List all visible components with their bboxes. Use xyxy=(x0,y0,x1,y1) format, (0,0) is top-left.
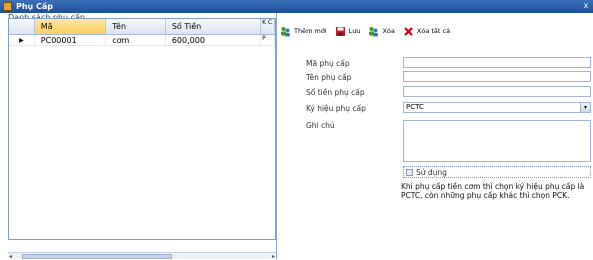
app-icon xyxy=(3,2,12,11)
instruction-note: Khi phụ cấp tiền cơm thì chọn ký hiệu ph… xyxy=(401,182,585,200)
grid-header: Mã Tên Số Tiền K C xyxy=(9,19,275,35)
close-icon[interactable]: x xyxy=(581,1,591,11)
toolbar: Thêm mới Lưu Xóa Xóa tất cả xyxy=(280,24,458,38)
so-tien-phu-cap-input[interactable] xyxy=(403,86,591,97)
delete-all-label: Xóa tất cả xyxy=(416,27,451,35)
allowance-grid[interactable]: Mã Tên Số Tiền K C ▶ PC00001 cơm 600,000… xyxy=(8,18,276,240)
horizontal-scrollbar[interactable]: ◂ ▸ xyxy=(8,252,276,260)
add-users-icon xyxy=(280,26,291,37)
column-header-ten[interactable]: Tên xyxy=(106,19,166,34)
save-button[interactable]: Lưu xyxy=(335,26,361,37)
dropdown-arrow-icon[interactable]: ▾ xyxy=(580,103,590,112)
delete-all-x-icon xyxy=(403,26,414,37)
delete-label: Xóa xyxy=(382,27,395,35)
ghi-chu-label: Ghi chú xyxy=(306,121,335,130)
ky-hieu-phu-cap-select[interactable]: PCTC ▾ xyxy=(403,102,591,113)
column-header-k[interactable]: K C xyxy=(261,19,275,34)
ma-phu-cap-input[interactable] xyxy=(403,57,591,68)
save-icon xyxy=(335,26,346,37)
add-button[interactable]: Thêm mới xyxy=(280,26,327,37)
scroll-thumb[interactable] xyxy=(22,254,172,259)
su-dung-checkbox[interactable] xyxy=(406,168,413,176)
ten-phu-cap-input[interactable] xyxy=(403,71,591,82)
row-header-corner xyxy=(9,19,35,34)
add-label: Thêm mới xyxy=(294,27,327,35)
column-header-so-tien[interactable]: Số Tiền xyxy=(166,19,262,34)
delete-all-button[interactable]: Xóa tất cả xyxy=(403,26,450,37)
title-bar: Phụ Cấp x xyxy=(0,0,593,13)
column-header-ma[interactable]: Mã xyxy=(34,19,107,34)
cell-ma[interactable]: PC00001 xyxy=(35,35,107,45)
ten-phu-cap-label: Tên phụ cấp xyxy=(306,73,352,82)
window-title: Phụ Cấp xyxy=(16,2,54,11)
save-label: Lưu xyxy=(348,27,361,35)
delete-button[interactable]: Xóa xyxy=(368,26,395,37)
ky-hieu-phu-cap-label: Ký hiệu phụ cấp xyxy=(306,104,366,113)
su-dung-label: Sử dụng xyxy=(416,167,447,177)
ky-hieu-value: PCTC xyxy=(406,103,424,111)
su-dung-checkbox-row[interactable]: Sử dụng xyxy=(403,166,591,178)
row-indicator-icon: ▶ xyxy=(9,35,35,45)
so-tien-phu-cap-label: Số tiền phụ cấp xyxy=(306,88,365,97)
cell-ten[interactable]: cơm xyxy=(106,35,166,45)
cell-k[interactable]: P xyxy=(261,35,275,45)
delete-users-icon xyxy=(368,26,379,37)
cell-so-tien[interactable]: 600,000 xyxy=(166,35,262,45)
ghi-chu-textarea[interactable] xyxy=(403,120,591,162)
table-row[interactable]: ▶ PC00001 cơm 600,000 P xyxy=(9,35,275,46)
ma-phu-cap-label: Mã phụ cấp xyxy=(306,59,350,68)
